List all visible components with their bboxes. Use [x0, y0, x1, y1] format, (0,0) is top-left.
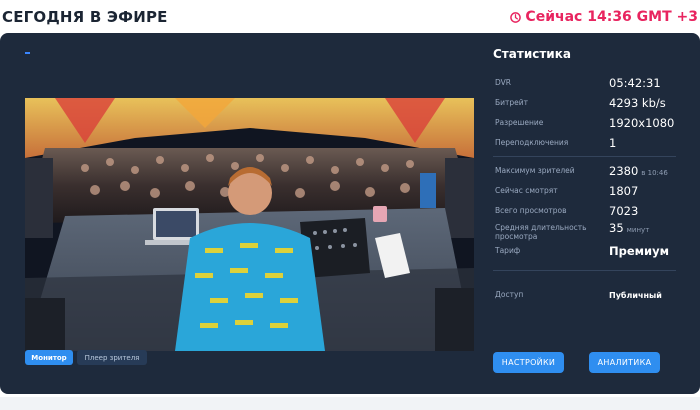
tab-monitor[interactable]: Монитор	[25, 350, 73, 365]
stream-link[interactable]	[25, 52, 30, 54]
stat-access: Доступ Публичный	[495, 290, 685, 306]
stat-label: Разрешение	[495, 118, 544, 127]
stat-value: 4293 kb/s	[609, 96, 666, 110]
stat-value: 1	[609, 136, 617, 150]
stat-label: Доступ	[495, 290, 524, 299]
stream-panel: Монитор Плеер зрителя Статистика DVR 05:…	[0, 33, 700, 394]
stat-value: 2380 в 10:46	[609, 164, 668, 178]
stats-title: Статистика	[493, 47, 571, 61]
stat-avg-duration: Средняя длительность просмотра 35 минут	[495, 221, 685, 241]
stat-resolution: Разрешение 1920x1080	[495, 116, 685, 134]
clock-text: Сейчас 14:36 GMT +3	[525, 9, 698, 25]
stat-bitrate: Битрейт 4293 kb/s	[495, 96, 685, 114]
stat-value: 35 минут	[609, 221, 649, 235]
stat-reconnects: Переподключения 1	[495, 136, 685, 154]
stat-total-views: Всего просмотров 7023	[495, 204, 685, 222]
video-preview[interactable]	[25, 98, 474, 351]
clock-icon	[510, 11, 522, 23]
stat-value: 1807	[609, 184, 639, 198]
page-title: СЕГОДНЯ В ЭФИРЕ	[2, 8, 168, 26]
stat-value: Публичный	[609, 291, 662, 300]
stat-max-viewers: Максимум зрителей 2380 в 10:46	[495, 164, 685, 182]
stat-tariff: Тариф Премиум	[495, 244, 685, 262]
stats-divider	[493, 270, 676, 271]
max-viewers-time: в 10:46	[641, 169, 668, 177]
tab-viewer-player[interactable]: Плеер зрителя	[77, 350, 147, 365]
stat-value: 1920x1080	[609, 116, 675, 130]
stat-value: Премиум	[609, 244, 670, 258]
stat-label: Битрейт	[495, 98, 529, 107]
stat-dvr: DVR 05:42:31	[495, 76, 685, 94]
stat-label: DVR	[495, 78, 511, 87]
avg-duration-number: 35	[609, 221, 624, 235]
stat-label: Тариф	[495, 246, 521, 255]
stat-label: Максимум зрителей	[495, 166, 575, 175]
max-viewers-number: 2380	[609, 164, 639, 178]
stat-label: Переподключения	[495, 138, 569, 147]
settings-button[interactable]: НАСТРОЙКИ	[493, 352, 564, 373]
avg-duration-unit: минут	[626, 226, 650, 234]
footer-strip	[0, 397, 700, 410]
stat-label: Средняя длительность просмотра	[495, 223, 587, 241]
stats-divider	[493, 156, 676, 157]
stat-label: Сейчас смотрят	[495, 186, 558, 195]
stat-label: Всего просмотров	[495, 206, 567, 215]
stat-value: 05:42:31	[609, 76, 661, 90]
current-time: Сейчас 14:36 GMT +3	[510, 9, 698, 25]
stat-watching-now: Сейчас смотрят 1807	[495, 184, 685, 202]
stat-value: 7023	[609, 204, 639, 218]
analytics-button[interactable]: АНАЛИТИКА	[589, 352, 660, 373]
